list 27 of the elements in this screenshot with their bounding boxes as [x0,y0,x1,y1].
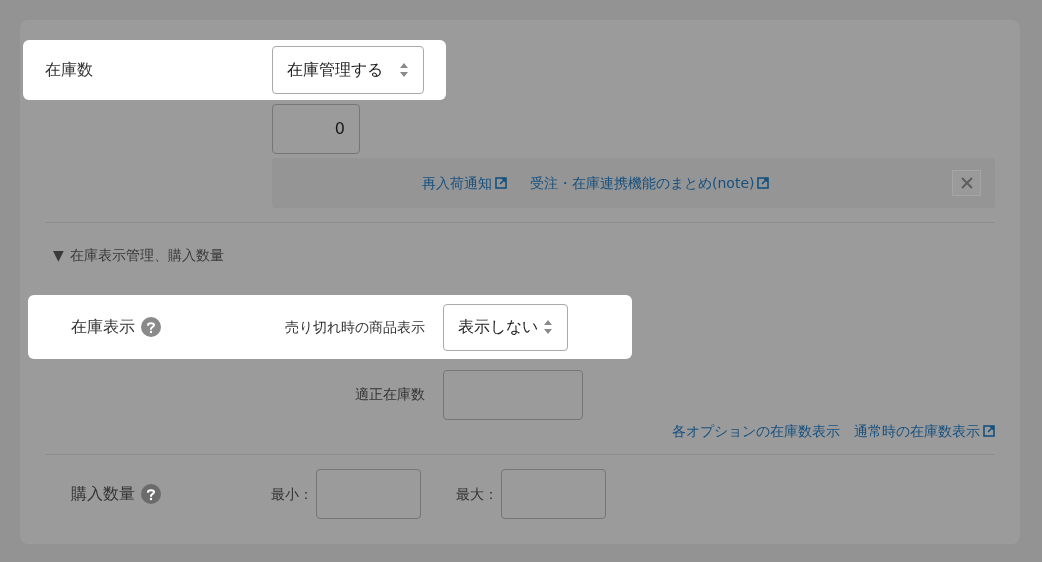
link[interactable]: 再入荷通知 [422,172,507,194]
input-field[interactable] [443,370,583,420]
field-label: 在庫表示 [71,316,135,338]
help-icon[interactable] [141,484,161,504]
select-field[interactable]: 表示しない [443,303,568,351]
link[interactable]: 各オプションの在庫数表示 [672,421,840,442]
input-field[interactable] [316,469,421,519]
external-link-icon [495,176,507,189]
link[interactable]: 受注・在庫連携機能のまとめ(note) [530,172,770,194]
caret-icon [543,318,553,336]
field-label: 在庫数 [45,59,94,81]
close-icon [960,177,973,189]
field-label: 購入数量 [71,483,135,505]
disclosure-toggle[interactable]: ▼ 在庫表示管理、購入数量 [53,245,224,266]
input-field[interactable] [501,469,606,519]
select-field[interactable]: 在庫管理する [272,46,424,94]
field-label: 売り切れ時の商品表示 [285,317,425,337]
external-link-icon [983,425,995,437]
help-icon[interactable] [141,317,161,337]
input-field[interactable]: 0 [272,104,360,154]
link[interactable]: 通常時の在庫数表示 [854,421,995,442]
field-label: 最小： [271,484,313,504]
close-button[interactable] [952,170,981,196]
field-label: 適正在庫数 [354,385,425,404]
caret-icon [399,61,409,79]
external-link-icon [757,176,770,189]
field-label: 最大： [456,484,498,504]
